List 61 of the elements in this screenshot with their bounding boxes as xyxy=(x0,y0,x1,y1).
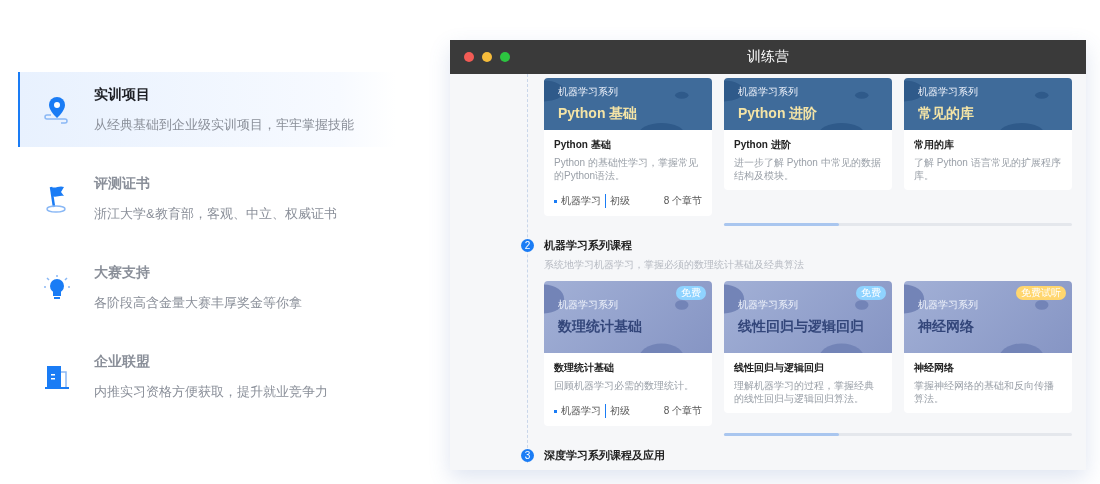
course-card[interactable]: 免费试听 机器学习系列 神经网络 神经网络 掌握神经网络的基础和反向传播算法。 xyxy=(904,281,1072,413)
circle-decoration xyxy=(855,300,869,310)
course-name: 线性回归与逻辑回归 xyxy=(734,361,825,375)
feature-description: 从经典基础到企业级实训项目，牢牢掌握技能 xyxy=(94,115,354,134)
banner-title: Python 进阶 xyxy=(738,105,818,123)
price-tag: 免费试听 xyxy=(1016,286,1066,300)
course-card[interactable]: 免费 机器学习系列 线性回归与逻辑回归 线性回归与逻辑回归 理解机器学习的过程，掌握经典的线性回归与逻辑回归算法。 xyxy=(724,281,892,413)
bullet-icon xyxy=(554,199,557,203)
course-card[interactable]: 机器学习系列 Python 基础 Python 基础 Python 的基础性学习，掌握常见的Python语法。 机器学习 初级 8 个章节 xyxy=(544,78,712,216)
course-description: 掌握神经网络的基础和反向传播算法。 xyxy=(914,379,1055,405)
banner-series: 机器学习系列 xyxy=(738,298,798,312)
course-name: Python 进阶 xyxy=(734,138,792,152)
section-title: 深度学习系列课程及应用 xyxy=(544,448,665,463)
course-description: 了解 Python 语言常见的扩展程序库。 xyxy=(914,156,1062,182)
feature-title: 大赛支持 xyxy=(94,263,151,282)
course-description: Python 的基础性学习，掌握常见的Python语法。 xyxy=(554,156,699,182)
course-name: 数理统计基础 xyxy=(554,361,615,375)
banner-title: 数理统计基础 xyxy=(558,318,642,336)
close-button[interactable] xyxy=(464,52,474,62)
banner-title: Python 基础 xyxy=(558,105,638,123)
feature-description: 各阶段高含金量大赛丰厚奖金等你拿 xyxy=(94,293,302,312)
feature-description: 内推实习资格方便获取，提升就业竞争力 xyxy=(94,382,328,401)
location-pin-icon xyxy=(43,94,71,125)
course-card[interactable]: 免费 机器学习系列 数理统计基础 数理统计基础 回顾机器学习必需的数理统计。 机器学习 初级 8 个章节 xyxy=(544,281,712,426)
banner-series: 机器学习系列 xyxy=(918,85,978,99)
circle-decoration xyxy=(1035,300,1049,310)
step-number: 3 xyxy=(521,449,534,462)
banner-series: 机器学习系列 xyxy=(558,85,618,99)
chapter-count: 8 个章节 xyxy=(663,404,702,418)
circle-decoration xyxy=(675,300,689,310)
course-description: 回顾机器学习必需的数理统计。 xyxy=(554,379,695,392)
banner-title: 常见的库 xyxy=(918,105,974,123)
course-category: 机器学习 xyxy=(561,194,601,208)
course-description: 理解机器学习的过程，掌握经典的线性回归与逻辑回归算法。 xyxy=(734,379,875,405)
course-name: Python 基础 xyxy=(554,138,612,152)
course-category: 机器学习 xyxy=(561,404,601,418)
banner-title: 神经网络 xyxy=(918,318,974,336)
section-title: 机器学习系列课程 xyxy=(544,238,632,253)
banner-series: 机器学习系列 xyxy=(558,298,618,312)
feature-description: 浙江大学&教育部，客观、中立、权威证书 xyxy=(94,204,337,223)
course-name: 神经网络 xyxy=(914,361,955,375)
course-level: 初级 xyxy=(605,404,630,418)
minimize-button[interactable] xyxy=(482,52,492,62)
banner-series: 机器学习系列 xyxy=(918,298,978,312)
window-title: 训练营 xyxy=(747,48,789,66)
chapter-count: 8 个章节 xyxy=(663,194,702,208)
maximize-button[interactable] xyxy=(500,52,510,62)
feature-title: 评测证书 xyxy=(94,174,151,193)
step-number: 2 xyxy=(521,239,534,252)
course-name: 常用的库 xyxy=(914,138,955,152)
course-card[interactable]: 机器学习系列 常见的库 常用的库 了解 Python 语言常见的扩展程序库。 xyxy=(904,78,1072,190)
price-tag: 免费 xyxy=(676,286,706,300)
bullet-icon xyxy=(554,409,557,413)
banner-title: 线性回归与逻辑回归 xyxy=(738,318,864,336)
scrollbar[interactable] xyxy=(724,433,1072,436)
feature-title: 企业联盟 xyxy=(94,352,151,371)
scrollbar[interactable] xyxy=(724,223,1072,226)
banner-series: 机器学习系列 xyxy=(738,85,798,99)
course-level: 初级 xyxy=(605,194,630,208)
feature-title: 实训项目 xyxy=(94,85,151,104)
price-tag: 免费 xyxy=(856,286,886,300)
